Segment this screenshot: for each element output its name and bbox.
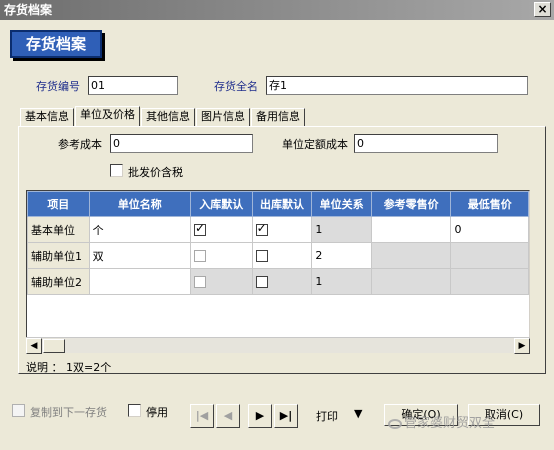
out-default-checkbox[interactable]: [255, 250, 268, 262]
row-item: 基本单位: [27, 216, 90, 243]
ref-cost-label: 参考成本: [58, 138, 102, 151]
tab-unit-price[interactable]: 单位及价格: [75, 106, 140, 126]
window-titlebar: 存货档案 ×: [0, 0, 554, 20]
copy-next-label: 复制到下一存货: [30, 406, 107, 419]
ref-cost-field[interactable]: 0: [110, 134, 253, 153]
tab-image-info[interactable]: 图片信息: [196, 108, 250, 126]
min-price-cell[interactable]: [450, 268, 529, 295]
unit-name-cell[interactable]: 个: [88, 216, 191, 243]
col-header-retail-price[interactable]: 参考零售价: [370, 191, 452, 217]
out-default-checkbox[interactable]: [255, 221, 268, 236]
note-text: 说明 ： 1双=2个: [26, 361, 112, 374]
retail-price-cell[interactable]: [370, 268, 452, 295]
col-header-out-default[interactable]: 出库默认: [251, 191, 313, 217]
in-default-cell[interactable]: [189, 216, 253, 243]
watermark: 管家婆财贸双全: [388, 412, 495, 431]
print-dropdown-icon[interactable]: ▼: [354, 407, 362, 420]
relation-cell: 1: [311, 216, 372, 243]
wholesale-tax-label: 批发价含税: [128, 166, 183, 179]
last-record-button[interactable]: ▶|: [274, 404, 298, 428]
scroll-right-icon[interactable]: ▶: [514, 338, 530, 354]
code-label: 存货编号: [36, 80, 80, 93]
in-default-checkbox[interactable]: [193, 276, 206, 288]
fullname-field[interactable]: 存1: [266, 76, 528, 95]
print-button[interactable]: 打印: [316, 408, 338, 424]
unit-price-grid: 项目 单位名称 入库默认 出库默认 单位关系 参考零售价 最低售价 基本单位 个…: [26, 190, 530, 338]
in-default-checkbox[interactable]: [193, 221, 206, 236]
tab-basic-info[interactable]: 基本信息: [20, 108, 74, 126]
scroll-left-icon[interactable]: ◀: [26, 338, 42, 354]
tab-other-info[interactable]: 其他信息: [141, 108, 195, 126]
tab-bar: 基本信息 单位及价格 其他信息 图片信息 备用信息: [20, 106, 306, 126]
scroll-thumb[interactable]: [43, 339, 65, 353]
unit-name-cell[interactable]: [88, 268, 191, 295]
col-header-in-default[interactable]: 入库默认: [189, 191, 253, 217]
row-item: 辅助单位2: [27, 268, 90, 295]
tab-backup-info[interactable]: 备用信息: [251, 108, 305, 126]
fullname-label: 存货全名: [214, 80, 258, 93]
in-default-cell[interactable]: [189, 242, 253, 269]
min-price-cell[interactable]: [450, 242, 529, 269]
page-title: 存货档案: [10, 30, 102, 58]
col-header-relation[interactable]: 单位关系: [311, 191, 372, 217]
retail-price-cell[interactable]: [370, 216, 452, 243]
out-default-cell[interactable]: [251, 268, 313, 295]
relation-cell[interactable]: 2: [311, 242, 372, 269]
dialog-body: 存货档案 存货编号 01 存货全名 存1 基本信息 单位及价格 其他信息 图片信…: [0, 20, 554, 450]
disable-checkbox[interactable]: [128, 404, 141, 417]
unit-name-cell[interactable]: 双: [88, 242, 191, 269]
out-default-cell[interactable]: [251, 242, 313, 269]
out-default-cell[interactable]: [251, 216, 313, 243]
retail-price-cell[interactable]: [370, 242, 452, 269]
code-field[interactable]: 01: [88, 76, 178, 95]
table-row: 基本单位 个 1 0: [27, 216, 529, 243]
row-item: 辅助单位1: [27, 242, 90, 269]
grid-header-row: 项目 单位名称 入库默认 出库默认 单位关系 参考零售价 最低售价: [27, 191, 529, 217]
unit-fixed-cost-field[interactable]: 0: [354, 134, 498, 153]
watermark-text: 管家婆财贸双全: [404, 416, 496, 431]
copy-next-checkbox[interactable]: [12, 404, 25, 417]
grid-horizontal-scrollbar[interactable]: ◀ ▶: [26, 337, 530, 354]
relation-cell[interactable]: 1: [311, 268, 372, 295]
in-default-cell[interactable]: [189, 268, 253, 295]
table-row: 辅助单位2 1: [27, 268, 529, 295]
first-record-button[interactable]: |◀: [190, 404, 214, 428]
col-header-unit-name[interactable]: 单位名称: [88, 191, 191, 217]
disable-label: 停用: [146, 406, 168, 419]
window-title: 存货档案: [4, 3, 53, 17]
table-row: 辅助单位1 双 2: [27, 242, 529, 269]
wholesale-tax-checkbox[interactable]: [110, 164, 123, 177]
wechat-icon: [388, 418, 402, 429]
in-default-checkbox[interactable]: [193, 250, 206, 262]
out-default-checkbox[interactable]: [255, 276, 268, 288]
col-header-item[interactable]: 项目: [27, 191, 90, 217]
close-button[interactable]: ×: [534, 2, 551, 17]
prev-record-button[interactable]: ◀: [216, 404, 240, 428]
col-header-min-price[interactable]: 最低售价: [450, 191, 529, 217]
min-price-cell[interactable]: 0: [450, 216, 529, 243]
next-record-button[interactable]: ▶: [248, 404, 272, 428]
unit-fixed-cost-label: 单位定额成本: [282, 138, 348, 151]
